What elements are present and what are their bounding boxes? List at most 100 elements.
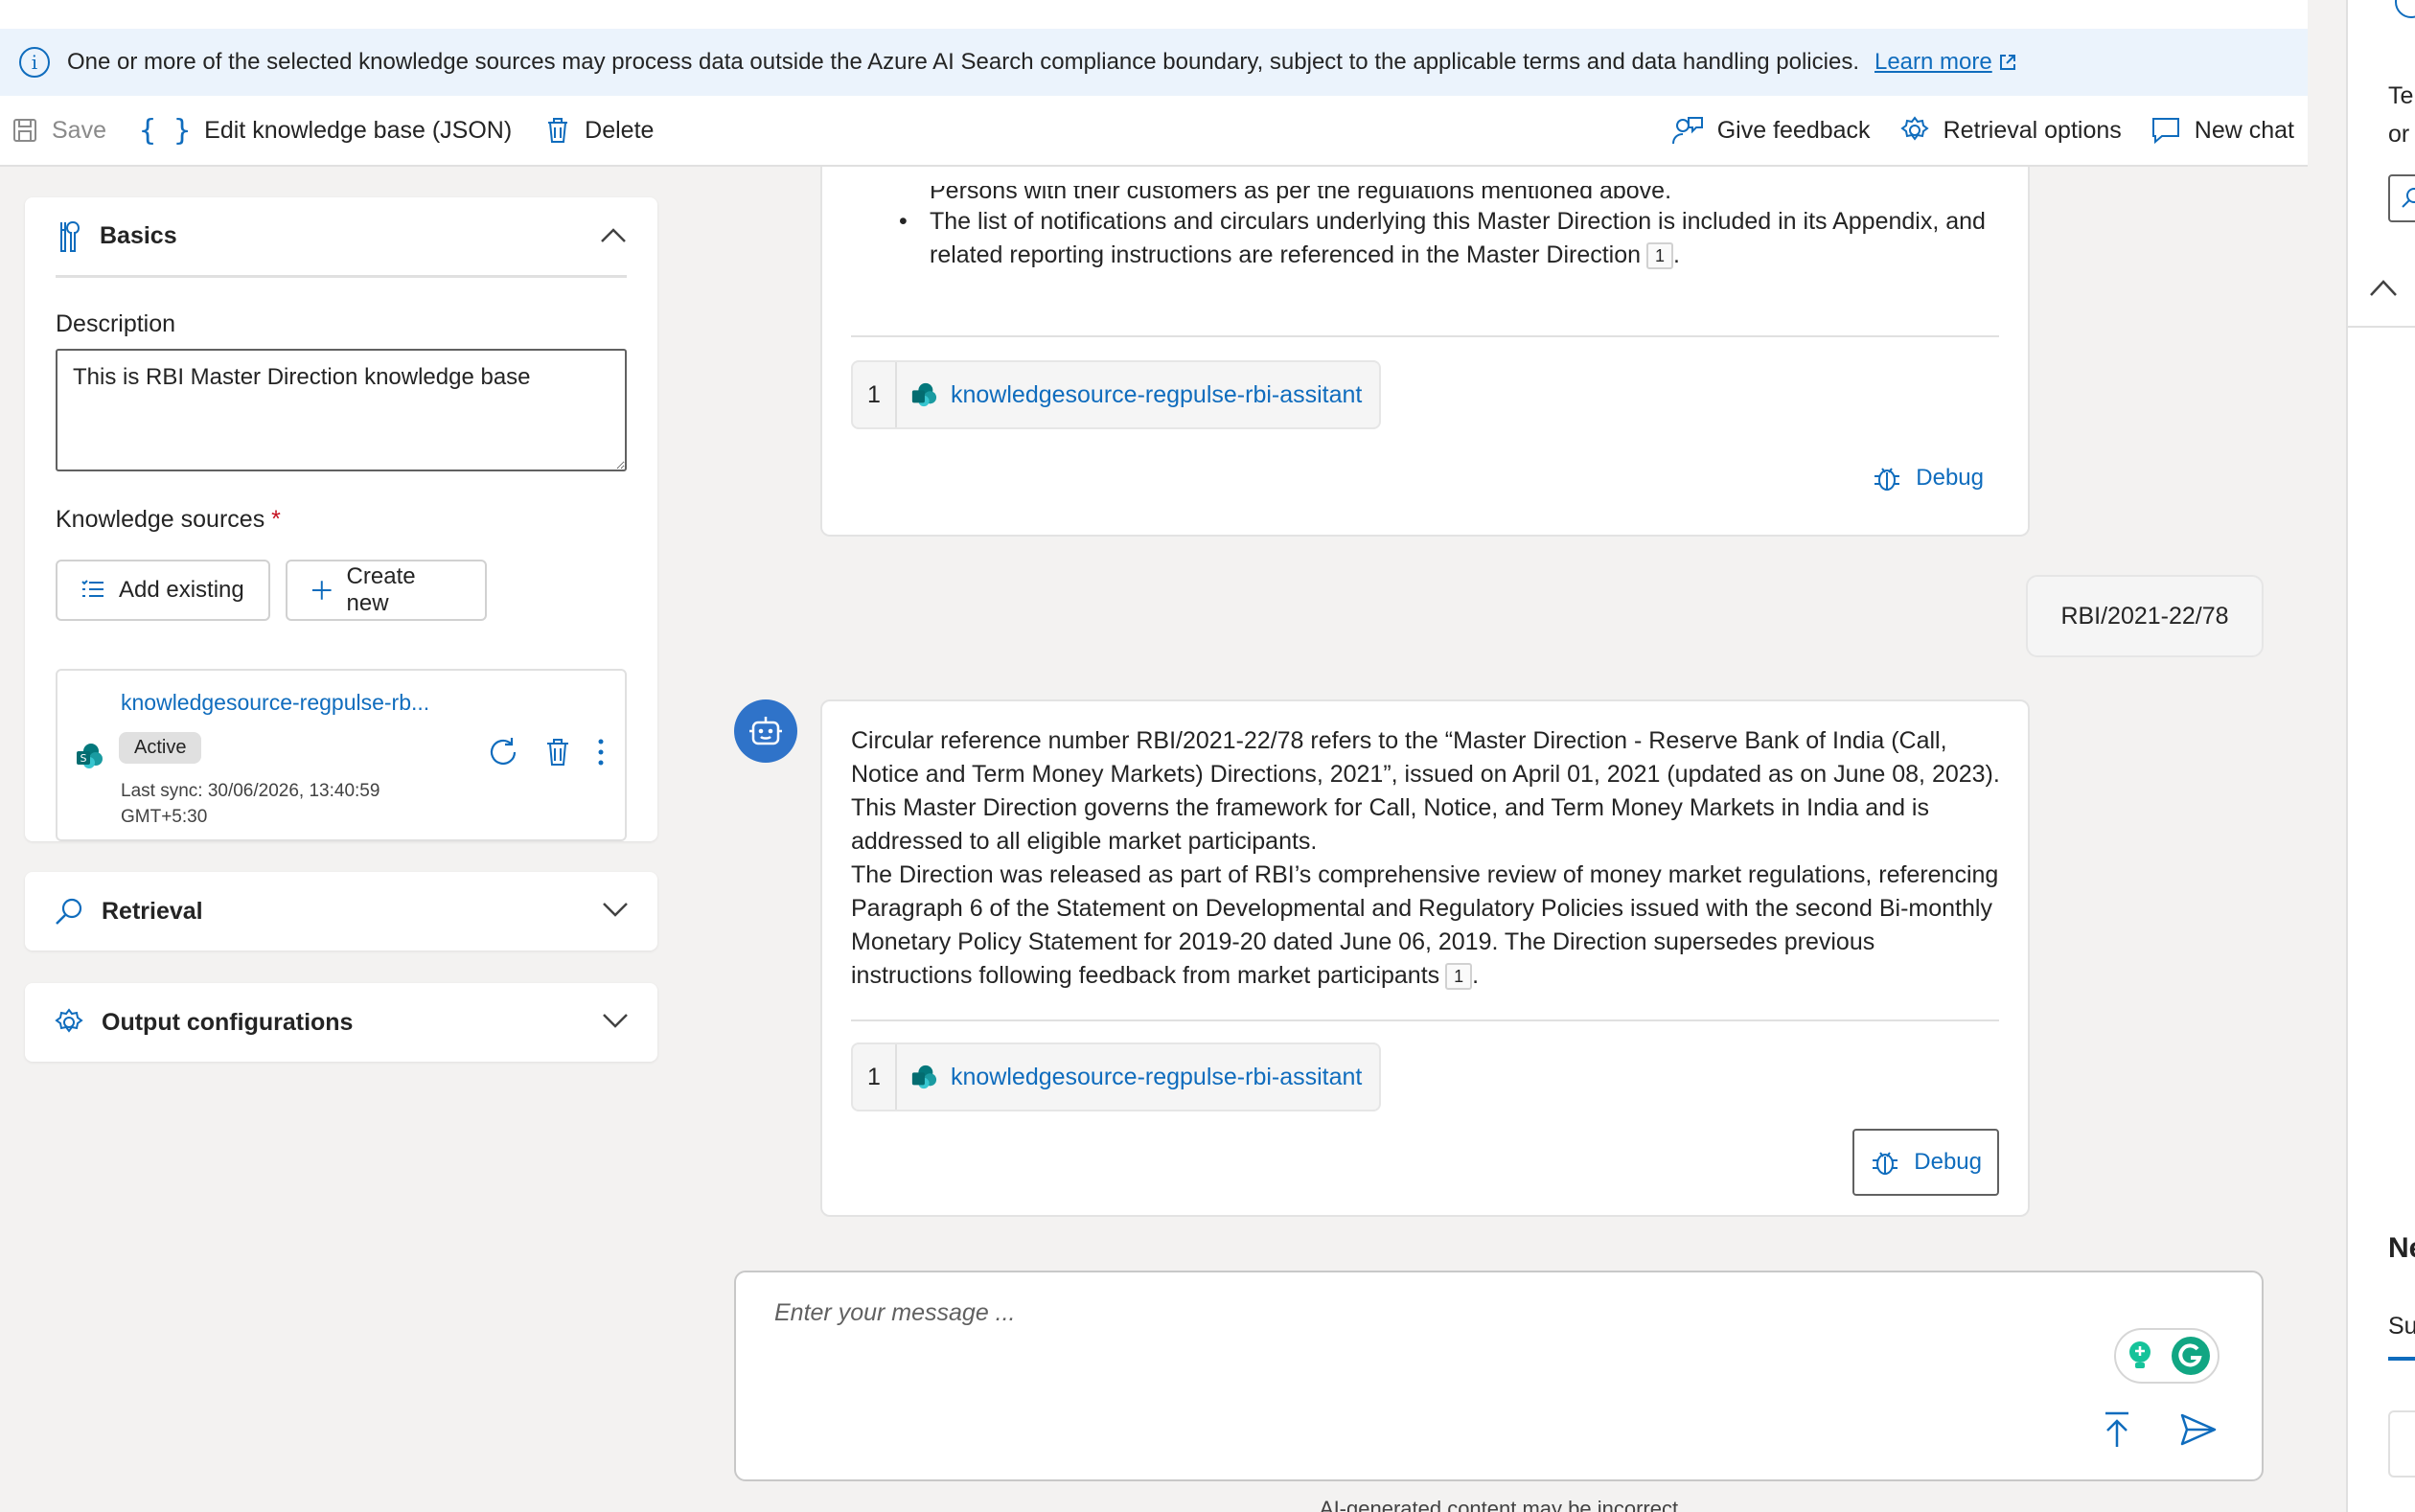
basics-section: Basics Description This is RBI Master Di…	[25, 197, 657, 841]
retrieval-section[interactable]: Retrieval	[25, 872, 657, 951]
trash-icon	[548, 118, 568, 143]
source-number: 1	[853, 362, 897, 427]
learn-more-label: Learn more	[1874, 49, 1992, 75]
bullet-dot: •	[899, 208, 908, 235]
create-new-label: Create new	[346, 563, 416, 616]
output-configurations-header[interactable]: Output configurations	[25, 983, 657, 1062]
output-configurations-section[interactable]: Output configurations	[25, 983, 657, 1062]
message-composer	[734, 1271, 2264, 1481]
new-chat-button[interactable]: New chat	[2150, 96, 2294, 165]
delete-label: Delete	[585, 116, 655, 144]
retrieval-title: Retrieval	[102, 897, 203, 925]
composer-actions	[2103, 1410, 2218, 1449]
output-configurations-title: Output configurations	[102, 1008, 354, 1036]
basics-header[interactable]: Basics	[56, 197, 627, 278]
side-search-box[interactable]	[2388, 174, 2415, 222]
settings-gear-icon	[54, 1007, 84, 1038]
lightbulb-icon	[2129, 1341, 2150, 1368]
message-input[interactable]	[774, 1299, 2020, 1327]
message-divider	[851, 335, 1999, 337]
retrieval-options-button[interactable]: Retrieval options	[1899, 96, 2122, 165]
knowledge-source-actions	[487, 736, 606, 768]
chevron-up-icon[interactable]	[2369, 278, 2398, 297]
description-field[interactable]: This is RBI Master Direction knowledge b…	[56, 349, 627, 471]
plus-icon	[311, 581, 332, 600]
debug-button[interactable]: Debug	[1856, 445, 1999, 512]
basics-title: Basics	[100, 222, 177, 249]
side-panel: Tel or Ne Su	[2346, 0, 2415, 1512]
refresh-icon[interactable]	[487, 736, 519, 768]
citation-marker[interactable]: 1	[1445, 963, 1473, 991]
retrieval-options-label: Retrieval options	[1943, 116, 2122, 144]
side-panel-tab[interactable]: Su	[2388, 1313, 2415, 1340]
panel-gutter	[2308, 0, 2346, 1512]
save-label: Save	[52, 116, 106, 144]
delete-button[interactable]: Delete	[544, 96, 654, 165]
give-feedback-button[interactable]: Give feedback	[1671, 96, 1871, 165]
bug-icon	[1874, 468, 1900, 491]
bug-icon	[1873, 1152, 1898, 1175]
upload-icon[interactable]	[2103, 1410, 2131, 1449]
chat-icon	[2151, 118, 2179, 145]
last-sync-text: Last sync: 30/06/2026, 13:40:59 GMT+5:30	[121, 781, 380, 827]
send-icon[interactable]	[2179, 1412, 2218, 1447]
add-list-icon	[81, 580, 104, 597]
source-link[interactable]: knowledgesource-regpulse-rbi-assitant	[897, 1064, 1379, 1091]
create-new-button[interactable]: Create new	[286, 560, 487, 621]
side-panel-text: or	[2388, 121, 2410, 148]
learn-more-link[interactable]: Learn more	[1874, 49, 2017, 76]
status-badge: Active	[119, 732, 202, 764]
assistant-message: Persons with their customers as per the …	[820, 167, 2030, 537]
grammarly-widget[interactable]	[2114, 1328, 2220, 1384]
required-mark: *	[271, 506, 281, 533]
citation-marker[interactable]: 1	[1646, 242, 1674, 270]
description-label: Description	[56, 310, 176, 337]
bullet-content: The list of notifications and circulars …	[930, 208, 1986, 270]
top-strip	[0, 0, 2308, 29]
debug-label: Debug	[1916, 465, 1984, 491]
paragraph-text: The Direction was released as part of RB…	[851, 861, 1999, 989]
bot-avatar	[734, 699, 797, 763]
tools-icon	[56, 220, 82, 253]
sharepoint-icon	[911, 382, 937, 407]
more-options-icon[interactable]	[596, 737, 606, 767]
message-divider	[851, 1019, 1999, 1021]
source-chip[interactable]: 1 knowledgesource-regpulse-rbi-assitant	[851, 1042, 1382, 1111]
braces-icon: { }	[138, 113, 192, 148]
knowledge-source-link[interactable]: knowledgesource-regpulse-rb...	[121, 690, 429, 716]
source-chip[interactable]: 1 knowledgesource-regpulse-rbi-assitant	[851, 360, 1382, 429]
side-panel-text: Tel	[2388, 82, 2415, 109]
chevron-down-icon	[602, 1009, 629, 1037]
search-icon	[2402, 188, 2415, 208]
source-name: knowledgesource-regpulse-rbi-assitant	[951, 1063, 1363, 1090]
message-body: Persons with their customers as per the …	[851, 186, 2001, 272]
bullet-text: The list of notifications and circulars …	[930, 208, 1986, 268]
sharepoint-icon	[911, 1065, 937, 1089]
compliance-banner: i One or more of the selected knowledge …	[0, 29, 2308, 96]
new-chat-label: New chat	[2194, 116, 2294, 144]
source-number: 1	[853, 1044, 897, 1110]
user-message: RBI/2021-22/78	[2026, 575, 2264, 657]
edit-json-label: Edit knowledge base (JSON)	[204, 116, 513, 144]
info-icon: i	[19, 47, 50, 78]
ai-disclaimer: AI-generated content may be incorrect	[1319, 1497, 1679, 1512]
sharepoint-icon: S	[77, 744, 103, 768]
debug-button[interactable]: Debug	[1852, 1129, 1999, 1196]
assistant-message: Circular reference number RBI/2021-22/78…	[820, 699, 2030, 1217]
source-link[interactable]: knowledgesource-regpulse-rbi-assitant	[897, 381, 1379, 409]
message-paragraph: The Direction was released as part of RB…	[851, 861, 1999, 991]
banner-message: One or more of the selected knowledge so…	[67, 49, 1859, 75]
message-body: Circular reference number RBI/2021-22/78…	[851, 724, 2001, 993]
edit-json-button[interactable]: { } Edit knowledge base (JSON)	[139, 96, 512, 165]
message-bullet: • The list of notifications and circular…	[851, 205, 2001, 272]
command-bar: Save { } Edit knowledge base (JSON) Dele…	[0, 96, 2308, 167]
retrieval-header[interactable]: Retrieval	[25, 872, 657, 951]
save-icon	[13, 119, 36, 142]
message-partial-line: Persons with their customers as per the …	[930, 186, 1672, 204]
delete-source-icon[interactable]	[544, 737, 571, 767]
add-existing-button[interactable]: Add existing	[56, 560, 270, 621]
save-button[interactable]: Save	[12, 96, 106, 165]
knowledge-sources-label: Knowledge sources *	[56, 506, 281, 534]
side-divider-line	[2348, 326, 2415, 328]
circle-icon	[2395, 0, 2415, 18]
